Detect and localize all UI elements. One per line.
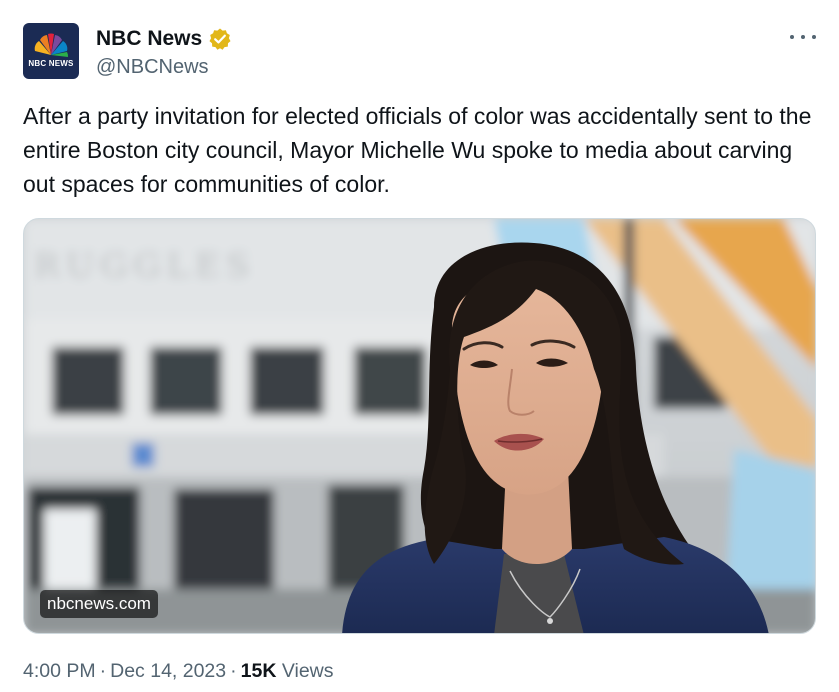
avatar-logo-text: NBC NEWS — [28, 59, 74, 68]
avatar[interactable]: NBC NEWS — [23, 23, 79, 79]
background-sign-text: RUGGLES — [34, 246, 255, 286]
gold-verified-badge-icon[interactable] — [208, 27, 232, 51]
views-count[interactable]: 15K — [241, 660, 277, 682]
author-display-name[interactable]: NBC News — [96, 26, 202, 52]
author-handle[interactable]: @NBCNews — [96, 54, 209, 80]
nbc-peacock-icon — [34, 33, 69, 57]
more-dot — [812, 35, 816, 39]
tweet-media-image[interactable]: RUGGLES — [23, 218, 816, 634]
views-label: Views — [281, 660, 334, 682]
meta-separator: · — [99, 660, 107, 682]
tweet-text: After a party invitation for elected off… — [23, 103, 812, 197]
more-options-icon[interactable] — [790, 28, 816, 46]
more-dot — [801, 35, 805, 39]
photo-mayor-interview: RUGGLES — [24, 219, 815, 633]
tweet-card: NBC NEWS NBC News @NBCNews After a party… — [0, 0, 839, 692]
media-source-label[interactable]: nbcnews.com — [40, 590, 158, 618]
tweet-date[interactable]: Dec 14, 2023 — [110, 660, 226, 682]
tweet-meta: 4:00 PM · Dec 14, 2023 · 15K Views — [23, 658, 334, 684]
author-name-row: NBC News — [96, 26, 232, 52]
tweet-time[interactable]: 4:00 PM — [23, 660, 96, 682]
meta-separator: · — [230, 660, 237, 682]
more-dot — [790, 35, 794, 39]
